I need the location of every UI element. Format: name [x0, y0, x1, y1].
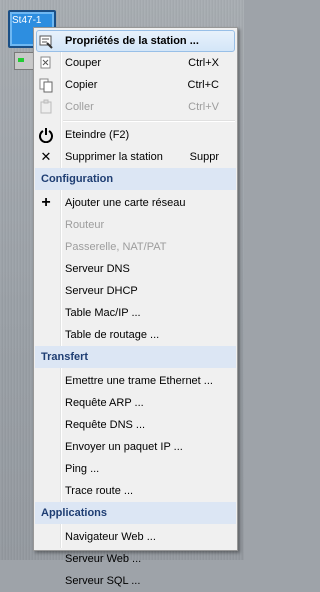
menu-item-send-ethernet-frame[interactable]: Emettre une trame Ethernet ...	[34, 370, 237, 392]
menu-item-dns-server[interactable]: Serveur DNS	[34, 258, 237, 280]
menu-item-label: Serveur DNS	[65, 263, 130, 275]
menu-item-cut[interactable]: Couper Ctrl+X	[34, 52, 237, 74]
menu-item-add-network-card[interactable]: + Ajouter une carte réseau	[34, 192, 237, 214]
menu-item-label: Propriétés de la station ...	[65, 35, 199, 47]
menu-item-label: Ajouter une carte réseau	[65, 197, 186, 209]
shortcut-label: Ctrl+C	[187, 79, 219, 91]
shortcut-label: Suppr	[189, 151, 219, 163]
menu-item-label: Routeur	[65, 219, 105, 231]
menu-item-paste[interactable]: Coller Ctrl+V	[34, 96, 237, 118]
menu-item-label: Requête ARP ...	[65, 397, 144, 409]
shortcut-label: Ctrl+X	[188, 57, 219, 69]
menu-item-label: Table Mac/IP ...	[65, 307, 141, 319]
menu-item-label: Requête DNS ...	[65, 419, 146, 431]
menu-item-label: Copier	[65, 79, 98, 91]
menu-item-label: Navigateur Web ...	[65, 531, 156, 543]
menu-separator	[63, 120, 235, 122]
menu-item-label: Serveur DHCP	[65, 285, 138, 297]
menu-item-label: Passerelle, NAT/PAT	[65, 241, 167, 253]
menu-item-dns-request[interactable]: Requête DNS ...	[34, 414, 237, 436]
menu-item-label: Serveur SQL ...	[65, 575, 141, 587]
menu-item-label: Emettre une trame Ethernet ...	[65, 375, 213, 387]
menu-item-copy[interactable]: Copier Ctrl+C	[34, 74, 237, 96]
menu-item-ping[interactable]: Ping ...	[34, 458, 237, 480]
menu-item-label: Couper	[65, 57, 102, 69]
power-icon	[38, 127, 54, 143]
delete-icon: ✕	[40, 149, 52, 164]
menu-item-delete-station[interactable]: ✕ Supprimer la station Suppr	[34, 146, 237, 168]
section-transfert: Transfert	[35, 346, 236, 368]
menu-item-label: Trace route ...	[65, 485, 134, 497]
menu-item-arp-request[interactable]: Requête ARP ...	[34, 392, 237, 414]
section-configuration: Configuration	[35, 168, 236, 190]
menu-item-routing-table[interactable]: Table de routage ...	[34, 324, 237, 346]
menu-item-shutdown[interactable]: Eteindre (F2)	[34, 124, 237, 146]
menu-item-mac-ip-table[interactable]: Table Mac/IP ...	[34, 302, 237, 324]
menu-item-label: Ping ...	[65, 463, 100, 475]
cut-icon	[38, 55, 54, 71]
menu-item-properties[interactable]: Propriétés de la station ...	[36, 30, 235, 52]
menu-item-dhcp-server[interactable]: Serveur DHCP	[34, 280, 237, 302]
menu-item-web-browser[interactable]: Navigateur Web ...	[34, 526, 237, 548]
menu-item-label: Supprimer la station	[65, 151, 163, 163]
menu-item-label: Table de routage ...	[65, 329, 160, 341]
add-icon: +	[41, 194, 51, 211]
menu-item-router[interactable]: Routeur	[34, 214, 237, 236]
menu-item-trace-route[interactable]: Trace route ...	[34, 480, 237, 502]
menu-item-send-ip-packet[interactable]: Envoyer un paquet IP ...	[34, 436, 237, 458]
menu-item-label: Coller	[65, 101, 94, 113]
menu-item-label: Serveur Web ...	[65, 553, 142, 565]
menu-item-label: Envoyer un paquet IP ...	[65, 441, 183, 453]
context-menu: Propriétés de la station ... Couper Ctrl…	[33, 27, 238, 587]
menu-item-sql-server[interactable]: Serveur SQL ...	[34, 570, 237, 592]
shortcut-label: Ctrl+V	[188, 101, 219, 113]
properties-icon	[38, 33, 54, 49]
status-led	[18, 58, 24, 62]
copy-icon	[38, 77, 54, 93]
section-applications: Applications	[35, 502, 236, 524]
station-label: St47-1	[12, 15, 42, 26]
menu-item-gateway-nat[interactable]: Passerelle, NAT/PAT	[34, 236, 237, 258]
menu-item-label: Eteindre (F2)	[65, 129, 130, 141]
paste-icon	[38, 99, 54, 115]
menu-item-web-server[interactable]: Serveur Web ...	[34, 548, 237, 570]
